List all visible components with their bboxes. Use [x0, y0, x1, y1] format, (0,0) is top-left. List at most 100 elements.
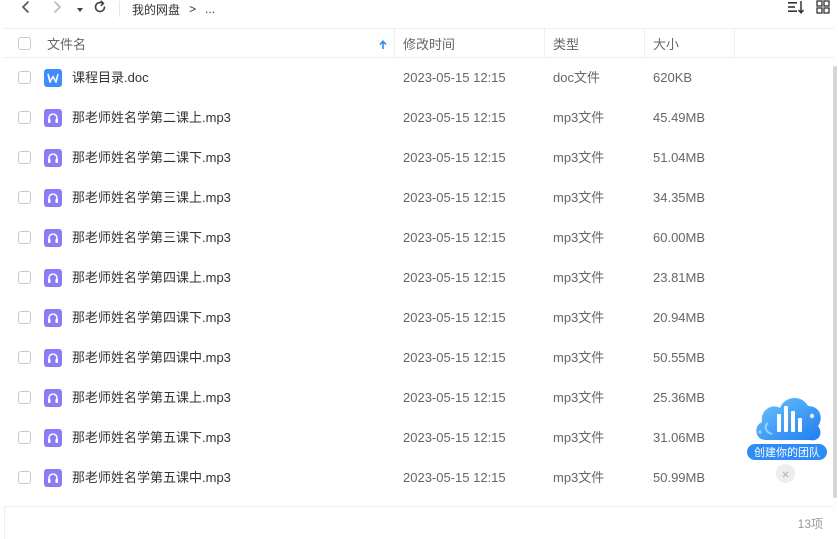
word-doc-icon — [44, 69, 62, 87]
column-divider — [734, 29, 735, 57]
file-size: 50.55MB — [653, 350, 706, 365]
row-checkbox[interactable] — [18, 391, 31, 404]
breadcrumb-separator: > — [189, 2, 197, 16]
column-divider — [644, 29, 645, 57]
scrollbar[interactable] — [833, 66, 837, 498]
audio-file-icon — [44, 149, 62, 167]
file-type: doc文件 — [553, 70, 600, 85]
forward-button[interactable] — [48, 0, 66, 18]
file-row[interactable]: 那老师姓名学第三课下.mp3 2023-05-15 12:15 mp3文件 60.00… — [4, 218, 834, 258]
file-modified-time: 2023-05-15 12:15 — [403, 310, 506, 325]
column-header-size[interactable]: 大小 — [653, 29, 733, 57]
file-type: mp3文件 — [553, 470, 605, 485]
column-header-name-label: 文件名 — [47, 36, 87, 52]
row-checkbox[interactable] — [18, 351, 31, 364]
file-name: 那老师姓名学第五课上.mp3 — [72, 390, 231, 405]
chevron-right-icon — [52, 0, 62, 18]
file-type: mp3文件 — [553, 150, 605, 165]
file-type: mp3文件 — [553, 270, 605, 285]
file-size: 23.81MB — [653, 270, 706, 285]
file-row[interactable]: 那老师姓名学第二课下.mp3 2023-05-15 12:15 mp3文件 51.04… — [4, 138, 834, 178]
row-checkbox[interactable] — [18, 71, 31, 84]
table-header: 文件名 修改时间 类型 大小 — [4, 28, 834, 58]
row-checkbox[interactable] — [18, 431, 31, 444]
file-row[interactable]: 那老师姓名学第三课上.mp3 2023-05-15 12:15 mp3文件 34.35… — [4, 178, 834, 218]
audio-file-icon — [44, 349, 62, 367]
row-checkbox[interactable] — [18, 311, 31, 324]
file-modified-time: 2023-05-15 12:15 — [403, 390, 506, 405]
file-name: 那老师姓名学第三课下.mp3 — [72, 230, 231, 245]
nav-bar: 我的网盘 > ... — [0, 0, 838, 18]
file-size: 50.99MB — [653, 470, 706, 485]
file-modified-time: 2023-05-15 12:15 — [403, 270, 506, 285]
row-checkbox[interactable] — [18, 191, 31, 204]
file-name: 那老师姓名学第二课下.mp3 — [72, 150, 231, 165]
column-header-modified[interactable]: 修改时间 — [403, 29, 543, 57]
create-team-label: 创建你的团队 — [746, 443, 828, 461]
file-type: mp3文件 — [553, 230, 605, 245]
row-checkbox[interactable] — [18, 111, 31, 124]
file-size: 620KB — [653, 70, 693, 85]
file-row[interactable]: 那老师姓名学第五课上.mp3 2023-05-15 12:15 mp3文件 25.36… — [4, 378, 834, 418]
sort-button[interactable] — [786, 0, 806, 18]
breadcrumb: 我的网盘 > ... — [132, 0, 224, 18]
caret-down-icon — [76, 0, 84, 18]
grid-view-icon — [816, 0, 830, 19]
refresh-button[interactable] — [91, 0, 109, 18]
column-header-modified-label: 修改时间 — [403, 36, 456, 52]
nav-divider — [119, 1, 120, 17]
column-header-type[interactable]: 类型 — [553, 29, 643, 57]
file-name: 那老师姓名学第四课下.mp3 — [72, 310, 231, 325]
file-row[interactable]: 那老师姓名学第四课中.mp3 2023-05-15 12:15 mp3文件 50.55… — [4, 338, 834, 378]
file-modified-time: 2023-05-15 12:15 — [403, 350, 506, 365]
row-checkbox[interactable] — [18, 271, 31, 284]
file-row[interactable]: 那老师姓名学第四课下.mp3 2023-05-15 12:15 mp3文件 20.94… — [4, 298, 834, 338]
file-size: 51.04MB — [653, 150, 706, 165]
file-name: 那老师姓名学第五课下.mp3 — [72, 430, 231, 445]
file-modified-time: 2023-05-15 12:15 — [403, 470, 506, 485]
file-list: 课程目录.doc 2023-05-15 12:15 doc文件 620KB 那老师姓名学… — [4, 58, 834, 498]
audio-file-icon — [44, 109, 62, 127]
footer-divider — [4, 506, 834, 507]
file-size: 20.94MB — [653, 310, 706, 325]
breadcrumb-ellipsis[interactable]: ... — [205, 2, 215, 16]
select-all-checkbox[interactable] — [18, 36, 31, 50]
file-name: 那老师姓名学第二课上.mp3 — [72, 110, 231, 125]
history-dropdown-button[interactable] — [71, 0, 89, 18]
column-divider — [394, 29, 395, 57]
file-size: 34.35MB — [653, 190, 706, 205]
file-modified-time: 2023-05-15 12:15 — [403, 230, 506, 245]
file-row[interactable]: 那老师姓名学第二课上.mp3 2023-05-15 12:15 mp3文件 45.49… — [4, 98, 834, 138]
audio-file-icon — [44, 309, 62, 327]
arrow-up-icon — [379, 38, 387, 53]
file-row[interactable]: 那老师姓名学第四课上.mp3 2023-05-15 12:15 mp3文件 23.81… — [4, 258, 834, 298]
column-header-name[interactable]: 文件名 — [47, 29, 393, 57]
close-icon — [782, 465, 789, 483]
chevron-left-icon — [21, 0, 31, 18]
file-name: 课程目录.doc — [72, 70, 149, 85]
column-divider — [544, 29, 545, 57]
item-count: 13项 — [797, 517, 823, 531]
file-row[interactable]: 那老师姓名学第五课中.mp3 2023-05-15 12:15 mp3文件 50.99… — [4, 458, 834, 498]
column-header-size-label: 大小 — [653, 36, 680, 52]
grid-view-button[interactable] — [813, 0, 833, 18]
breadcrumb-root[interactable]: 我的网盘 — [132, 1, 180, 18]
audio-file-icon — [44, 429, 62, 447]
file-name: 那老师姓名学第四课上.mp3 — [72, 270, 231, 285]
file-name: 那老师姓名学第五课中.mp3 — [72, 470, 231, 485]
file-row[interactable]: 课程目录.doc 2023-05-15 12:15 doc文件 620KB — [4, 58, 834, 98]
file-type: mp3文件 — [553, 430, 605, 445]
back-button[interactable] — [17, 0, 35, 18]
file-modified-time: 2023-05-15 12:15 — [403, 150, 506, 165]
file-modified-time: 2023-05-15 12:15 — [403, 430, 506, 445]
row-checkbox[interactable] — [18, 151, 31, 164]
file-row[interactable]: 那老师姓名学第五课下.mp3 2023-05-15 12:15 mp3文件 31.06… — [4, 418, 834, 458]
footer-edge — [4, 506, 5, 539]
row-checkbox[interactable] — [18, 231, 31, 244]
close-team-widget-button[interactable] — [776, 464, 795, 483]
file-size: 45.49MB — [653, 110, 706, 125]
file-name: 那老师姓名学第三课上.mp3 — [72, 190, 231, 205]
column-header-type-label: 类型 — [553, 36, 580, 52]
row-checkbox[interactable] — [18, 471, 31, 484]
create-team-widget[interactable]: 创建你的团队 — [746, 388, 828, 463]
